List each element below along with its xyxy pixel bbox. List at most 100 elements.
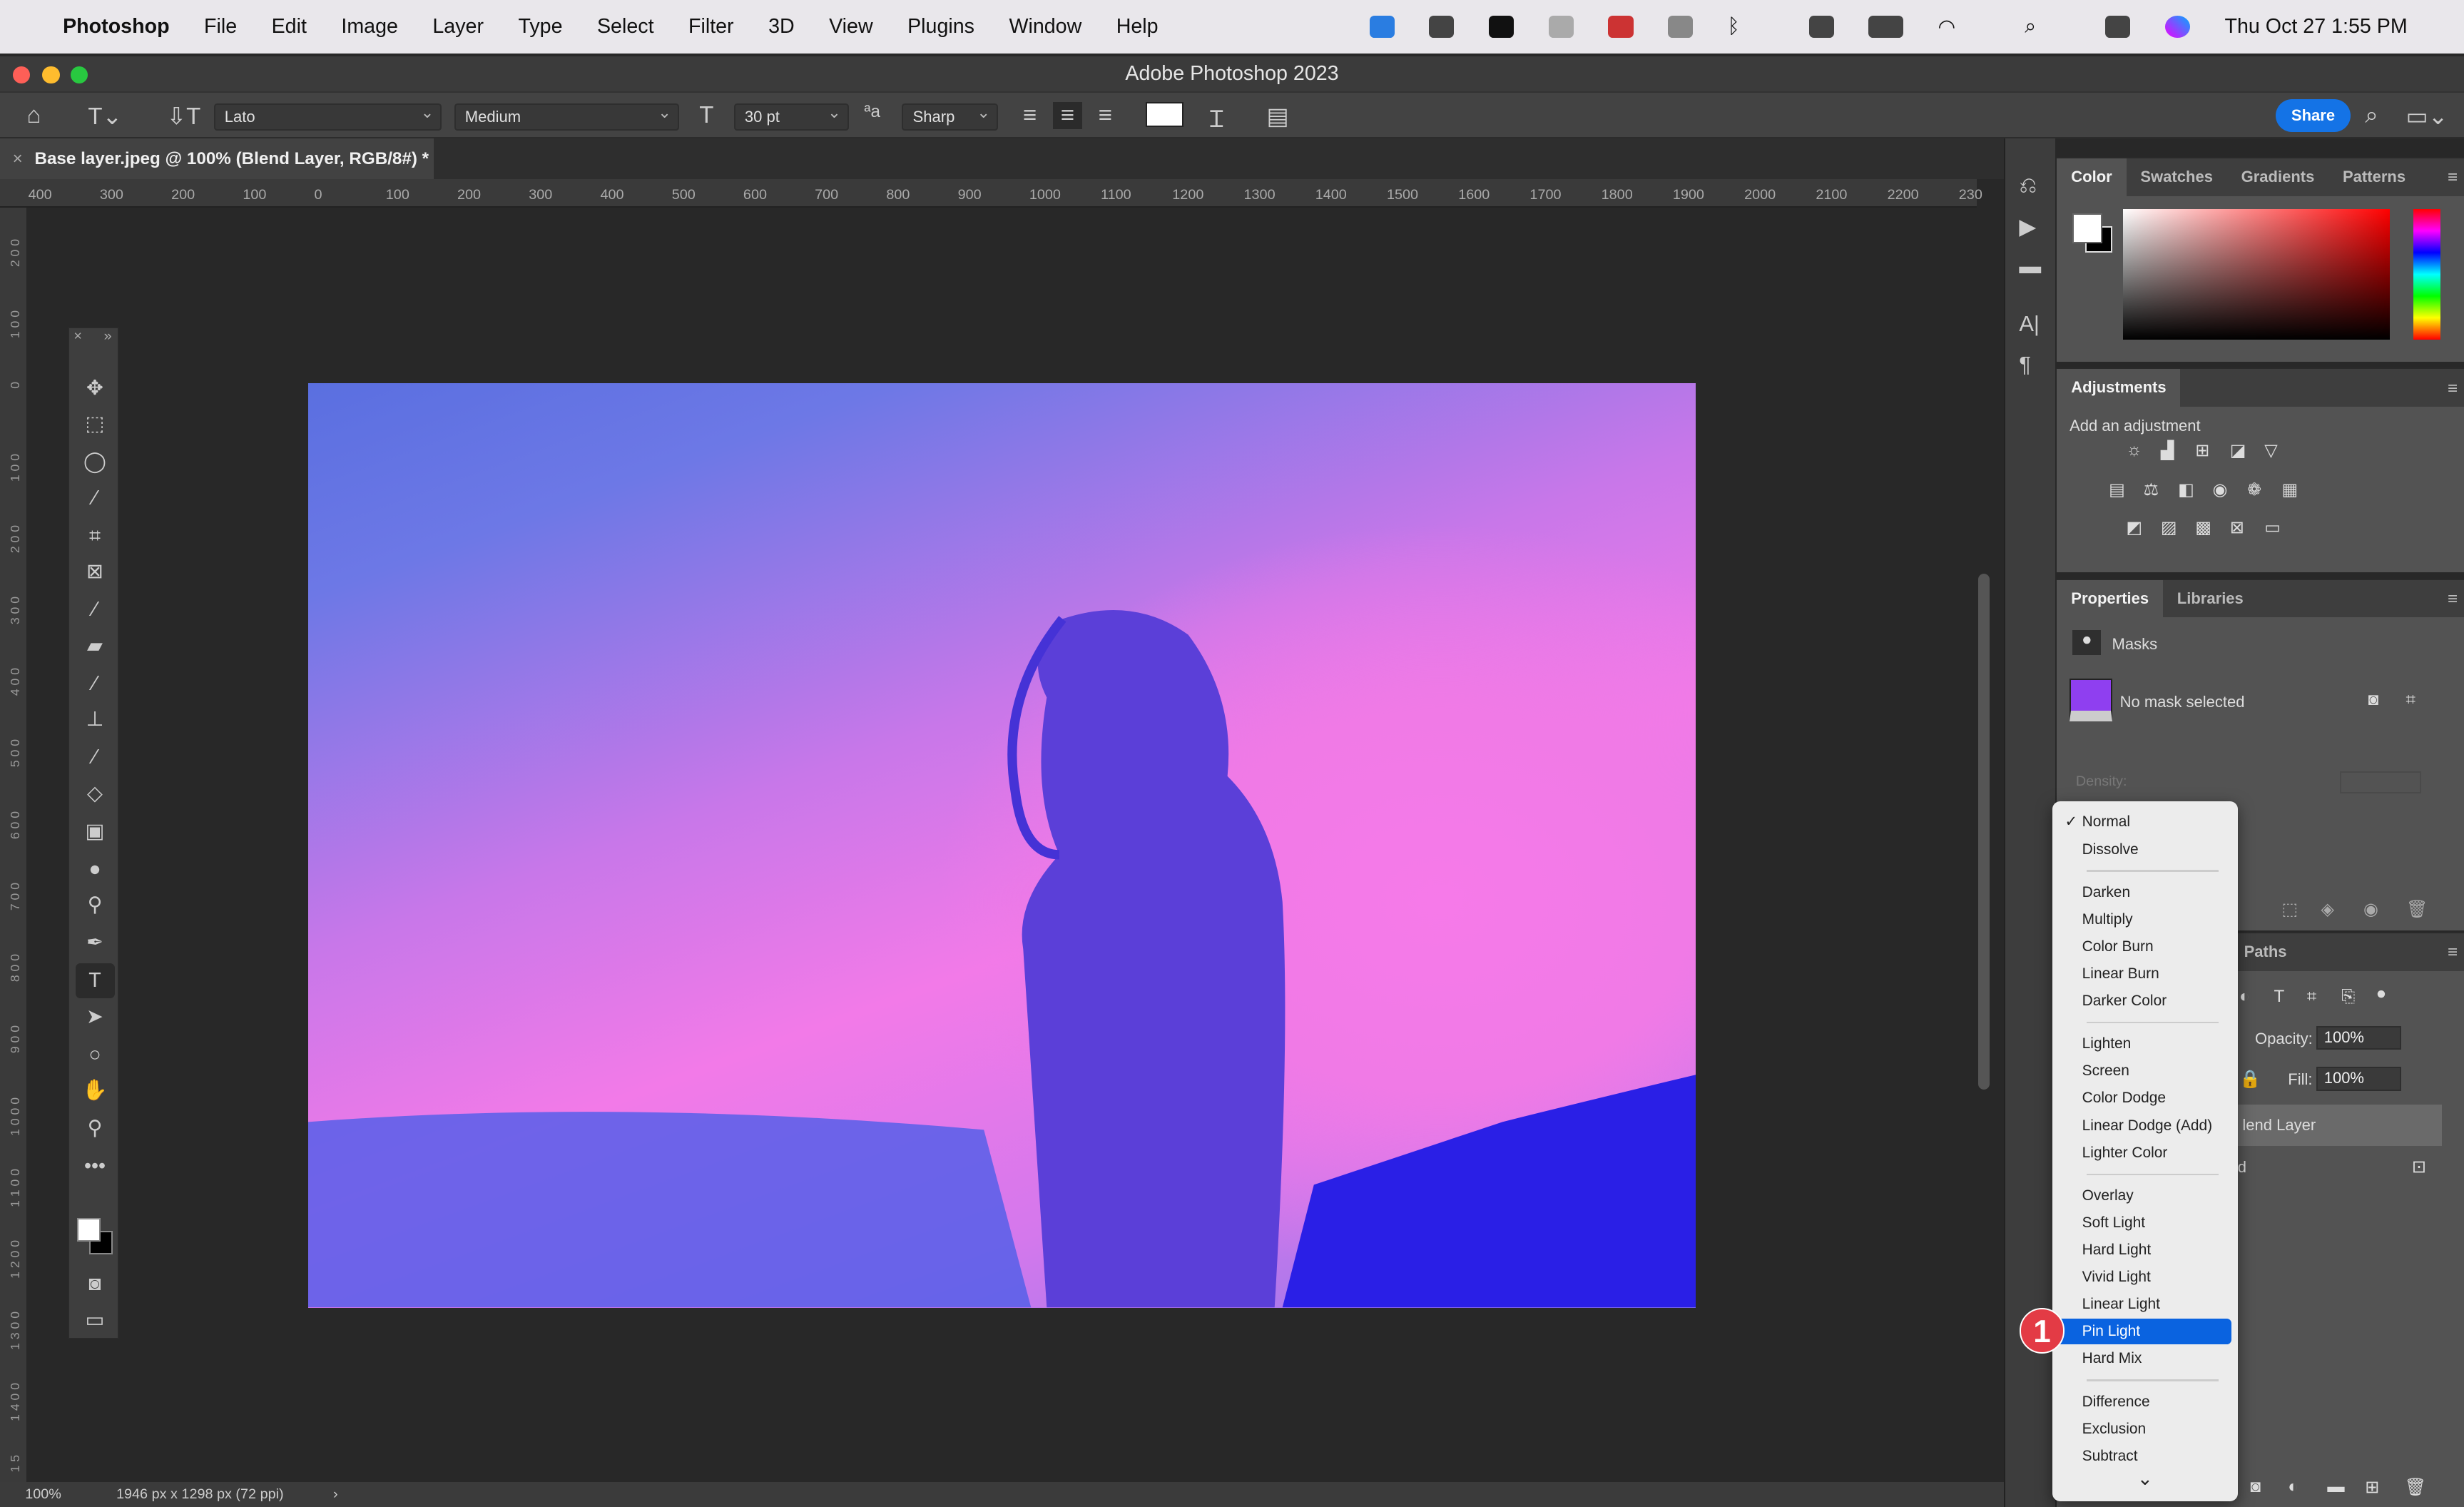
levels-icon[interactable]: ▟	[2161, 440, 2174, 461]
quick-mask-icon[interactable]: ◙	[76, 1267, 115, 1301]
tab-swatches[interactable]: Swatches	[2127, 158, 2227, 196]
zoom-tool-icon[interactable]: ⚲	[76, 1111, 115, 1145]
blend-mode-hard-mix[interactable]: Hard Mix	[2057, 1346, 2231, 1371]
panel-menu-icon[interactable]: ≡	[2448, 589, 2458, 609]
horizontal-ruler[interactable]: 400 300 200 100 0 100 200 300 400 500 600 700 800 900…	[0, 179, 1982, 208]
vertical-scrollbar[interactable]	[1978, 574, 1990, 1090]
blend-mode-overlay[interactable]: Overlay	[2057, 1183, 2231, 1208]
scroll-down-chevron-icon[interactable]: ⌄	[2137, 1468, 2153, 1490]
tab-color[interactable]: Color	[2057, 158, 2127, 197]
blend-mode-vivid-light[interactable]: Vivid Light	[2057, 1264, 2231, 1289]
close-tab-icon[interactable]: ×	[13, 138, 23, 179]
menu-3d[interactable]: 3D	[768, 15, 795, 39]
density-field[interactable]	[2339, 771, 2422, 794]
delete-mask-icon[interactable]: 🗑	[2406, 899, 2428, 920]
gradient-tool-icon[interactable]: ▣	[76, 814, 115, 848]
filter-type-icon[interactable]: T	[2274, 987, 2284, 1007]
status-app-icon[interactable]	[1548, 16, 1574, 38]
close-window-button[interactable]	[12, 66, 30, 83]
keyboard-icon[interactable]	[1808, 16, 1834, 38]
more-tools-icon[interactable]: •••	[76, 1149, 115, 1183]
align-right-icon[interactable]: ≡	[1099, 102, 1112, 129]
photo-filter-icon[interactable]: ◉	[2213, 480, 2228, 500]
blend-mode-pin-light[interactable]: Pin Light	[2057, 1319, 2231, 1344]
comments-icon[interactable]: ▬	[2019, 253, 2041, 279]
minimize-window-button[interactable]	[42, 66, 60, 83]
actions-play-icon[interactable]: ▶	[2019, 214, 2036, 240]
antialias-select[interactable]: Sharp	[902, 101, 998, 131]
blend-mode-linear-light[interactable]: Linear Light	[2057, 1292, 2231, 1316]
foreground-color-swatch[interactable]	[76, 1217, 101, 1242]
hue-saturation-icon[interactable]: ▤	[2109, 480, 2125, 500]
search-icon[interactable]: ⌕	[2025, 15, 2036, 39]
eraser-tool-icon[interactable]: ◇	[76, 776, 115, 811]
vibrance-icon[interactable]: ▽	[2264, 440, 2278, 461]
opacity-field[interactable]: 100%	[2316, 1026, 2401, 1050]
font-family-select[interactable]: Lato	[213, 101, 442, 131]
blend-mode-lighter-color[interactable]: Lighter Color	[2057, 1140, 2231, 1165]
text-color-swatch[interactable]	[1145, 101, 1183, 128]
brush-tool-icon[interactable]: ⁄	[76, 666, 115, 701]
apply-mask-icon[interactable]: ◈	[2321, 899, 2335, 920]
font-style-select[interactable]: Medium	[454, 101, 679, 131]
channel-mixer-icon[interactable]: ❁	[2247, 480, 2261, 500]
blend-mode-color-dodge[interactable]: Color Dodge	[2057, 1085, 2231, 1110]
new-adjustment-layer-icon[interactable]: ◐	[2288, 1477, 2298, 1497]
align-center-icon[interactable]: ≡	[1052, 101, 1083, 129]
menu-layer[interactable]: Layer	[432, 15, 484, 39]
delete-layer-icon[interactable]: 🗑	[2404, 1477, 2426, 1498]
panel-menu-icon[interactable]: ≡	[2448, 943, 2458, 963]
layer-row-blend-layer[interactable]: lend Layer	[2229, 1105, 2443, 1146]
color-lookup-icon[interactable]: ▦	[2281, 480, 2298, 500]
blend-mode-linear-dodge-add[interactable]: Linear Dodge (Add)	[2057, 1113, 2231, 1138]
menu-plugins[interactable]: Plugins	[907, 15, 974, 39]
blend-mode-color-burn[interactable]: Color Burn	[2057, 934, 2231, 959]
hand-tool-icon[interactable]: ✋	[76, 1073, 115, 1107]
menu-type[interactable]: Type	[518, 15, 562, 39]
blend-mode-hard-light[interactable]: Hard Light	[2057, 1237, 2231, 1262]
tab-libraries[interactable]: Libraries	[2163, 580, 2258, 618]
path-selection-tool-icon[interactable]: ➤	[76, 1000, 115, 1034]
menu-filter[interactable]: Filter	[688, 15, 734, 39]
history-icon[interactable]: ⎌	[2019, 173, 2037, 199]
screen-mode-icon[interactable]: ▭	[76, 1303, 115, 1337]
menu-image[interactable]: Image	[341, 15, 398, 39]
type-tool-preset-icon[interactable]: T⌄	[88, 102, 122, 131]
layer-row-background[interactable]: d ⊡	[2230, 1147, 2442, 1188]
siri-icon[interactable]	[2164, 16, 2191, 38]
menu-help[interactable]: Help	[1116, 15, 1159, 39]
vertical-ruler[interactable]: 2 0 0 1 0 0 0 1 0 0 2 0 0 3 0 0 4 0 0 5 0 0 6 0 …	[0, 207, 27, 1483]
filter-shape-icon[interactable]: ⌗	[2307, 987, 2317, 1007]
load-selection-icon[interactable]: ⬚	[2281, 899, 2298, 920]
tab-paths[interactable]: Paths	[2230, 933, 2301, 971]
lasso-tool-icon[interactable]: ◯	[76, 445, 115, 479]
color-balance-icon[interactable]: ⚖	[2144, 480, 2159, 500]
crop-tool-icon[interactable]: ⌗	[76, 519, 115, 553]
ellipse-tool-icon[interactable]: ○	[76, 1037, 115, 1072]
tab-patterns[interactable]: Patterns	[2328, 158, 2420, 196]
lock-icon[interactable]: 🔒	[2239, 1069, 2261, 1090]
healing-brush-tool-icon[interactable]: ▰	[76, 629, 115, 663]
video-icon[interactable]	[1488, 16, 1514, 38]
clone-stamp-tool-icon[interactable]: ⊥	[76, 702, 115, 736]
workspace-icon[interactable]: ▭⌄	[2406, 102, 2448, 131]
status-app-icon[interactable]	[1369, 16, 1395, 38]
paragraph-icon[interactable]: ¶	[2019, 352, 2031, 377]
threshold-icon[interactable]: ▩	[2195, 517, 2211, 538]
blend-mode-linear-burn[interactable]: Linear Burn	[2057, 961, 2231, 986]
curves-icon[interactable]: ⊞	[2195, 440, 2209, 461]
record-icon[interactable]	[1608, 16, 1634, 38]
posterize-icon[interactable]: ▨	[2161, 517, 2177, 538]
canvas-image[interactable]	[307, 383, 1696, 1308]
text-orientation-icon[interactable]: ⇩T	[166, 102, 200, 131]
character-icon[interactable]: A|	[2019, 311, 2040, 337]
menu-window[interactable]: Window	[1009, 15, 1081, 39]
home-icon[interactable]: ⌂	[26, 102, 41, 129]
control-center-icon[interactable]	[2105, 16, 2131, 38]
move-tool-icon[interactable]: ✥	[76, 371, 115, 405]
document-tab[interactable]: × Base layer.jpeg @ 100% (Blend Layer, R…	[0, 138, 434, 180]
brightness-contrast-icon[interactable]: ☼	[2126, 440, 2142, 460]
pen-tool-icon[interactable]: ✒	[76, 925, 115, 960]
collapse-panel-icon[interactable]: »	[104, 328, 112, 345]
status-app-icon[interactable]	[1667, 16, 1694, 38]
